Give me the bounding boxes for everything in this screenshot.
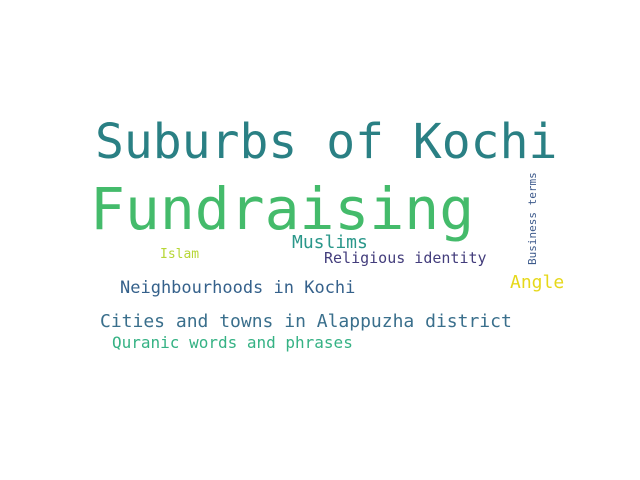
word-islam: Islam bbox=[160, 247, 200, 262]
word-fundraising: Fundraising bbox=[90, 175, 475, 243]
word-cities-and-towns-in-alappuzha-district: Cities and towns in Alappuzha district bbox=[100, 311, 512, 332]
word-quranic-words-and-phrases: Quranic words and phrases bbox=[112, 333, 353, 352]
word-angle: Angle bbox=[510, 272, 565, 293]
word-suburbs-of-kochi: Suburbs of Kochi bbox=[95, 114, 558, 170]
word-neighbourhoods-in-kochi: Neighbourhoods in Kochi bbox=[120, 278, 356, 298]
word-business-terms: Business terms bbox=[526, 172, 539, 265]
word-religious-identity: Religious identity bbox=[324, 249, 487, 267]
